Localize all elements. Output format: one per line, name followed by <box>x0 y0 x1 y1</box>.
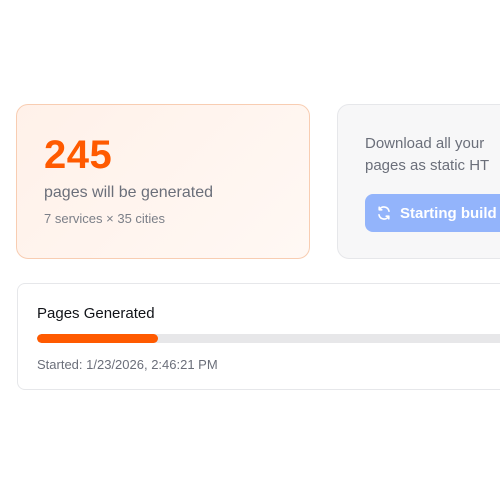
page-canvas: 245 pages will be generated 7 services ×… <box>0 0 500 500</box>
progress-card: Pages Generated Started: 1/23/2026, 2:46… <box>17 283 500 390</box>
pages-count: 245 <box>44 133 113 177</box>
download-card: Download all your pages as static HT Sta… <box>337 104 500 259</box>
progress-bar-track <box>37 334 500 343</box>
pages-count-card: 245 pages will be generated 7 services ×… <box>16 104 310 259</box>
download-description-line2: pages as static HT <box>365 157 490 174</box>
starting-build-label: Starting build <box>400 204 497 222</box>
progress-bar-fill <box>37 334 159 343</box>
starting-build-button[interactable]: Starting build <box>365 194 500 232</box>
download-description-line1: Download all your <box>365 135 485 152</box>
pages-count-label: pages will be generated <box>44 184 214 201</box>
pages-count-detail: 7 services × 35 cities <box>44 211 166 226</box>
progress-started-time: Started: 1/23/2026, 2:46:21 PM <box>37 357 218 372</box>
download-description: Download all your pages as static HT <box>365 133 500 177</box>
refresh-icon <box>376 205 392 221</box>
progress-title: Pages Generated <box>37 305 155 322</box>
